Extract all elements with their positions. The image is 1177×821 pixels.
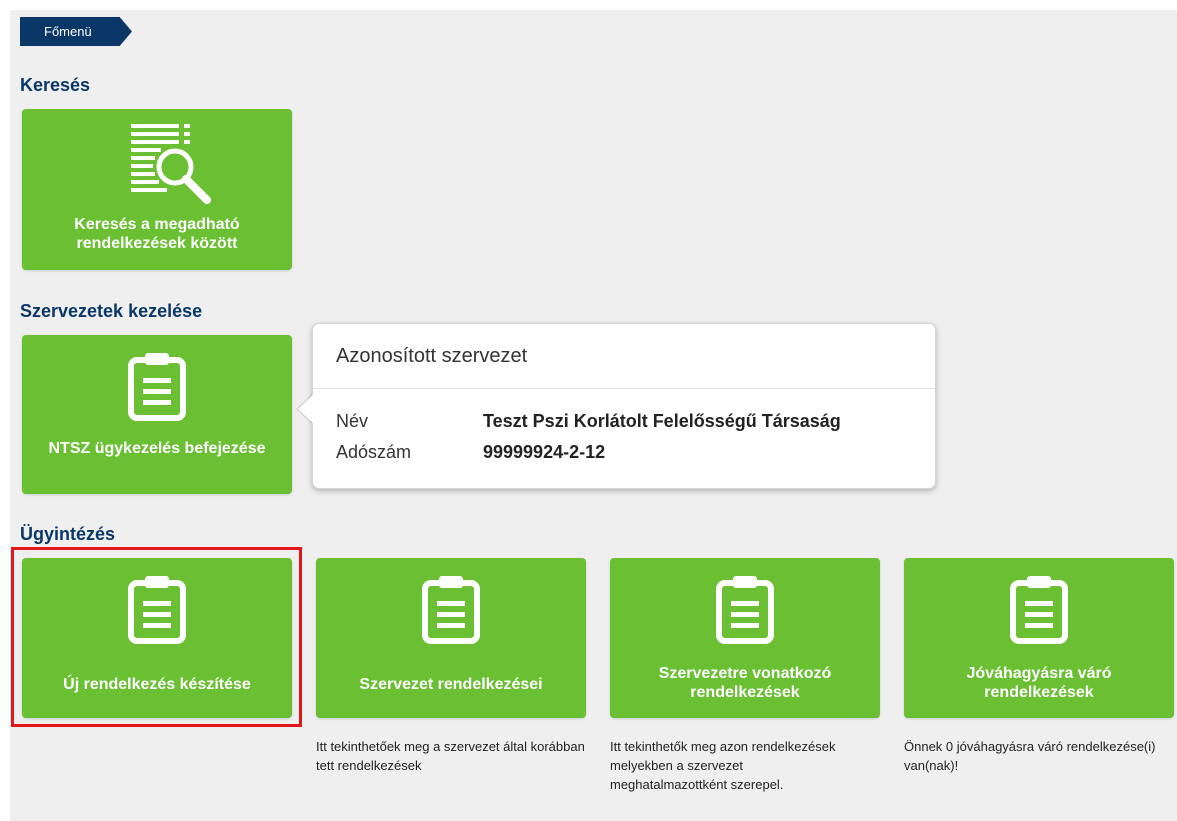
- pending-approval-tile[interactable]: Jóváhagyásra váró rendelkezések: [904, 558, 1174, 718]
- new-declaration-tile[interactable]: Új rendelkezés készítése: [22, 558, 292, 718]
- related-declarations-label: Szervezetre vonatkozó rendelkezések: [658, 665, 832, 701]
- popup-name-label: Név: [336, 411, 369, 431]
- pending-approval-description: Önnek 0 jóváhagyásra váró rendelkezése(i…: [904, 739, 1156, 773]
- related-declarations-tile[interactable]: Szervezetre vonatkozó rendelkezések: [610, 558, 880, 718]
- popup-name-row: Név Teszt Pszi Korlátolt Felelősségű Társ…: [336, 411, 841, 432]
- popup-arrow-inner: [298, 394, 314, 424]
- popup-title: Azonosított szervezet: [313, 324, 935, 389]
- popup-tax-label: Adószám: [336, 442, 412, 462]
- clipboard-icon: [125, 350, 189, 427]
- document-search-icon: [129, 120, 213, 209]
- identified-org-popup: Azonosított szervezet Név Teszt Pszi Korl…: [312, 323, 936, 489]
- clipboard-icon: [125, 573, 189, 650]
- clipboard-icon: [419, 573, 483, 650]
- section-title-orgs: Szervezetek kezelése: [20, 301, 203, 321]
- breadcrumb-home[interactable]: Főmenü: [20, 17, 132, 46]
- new-declaration-label: Új rendelkezés készítése: [63, 676, 251, 693]
- popup-tax-row: Adószám 99999924-2-12: [336, 442, 605, 463]
- clipboard-icon: [1007, 573, 1071, 650]
- section-title-cases: Ügyintézés: [20, 524, 116, 544]
- ntsz-finish-tile[interactable]: NTSZ ügykezelés befejezése: [22, 335, 292, 494]
- popup-tax-value: 99999924-2-12: [483, 442, 606, 462]
- section-title-search: Keresés: [20, 75, 91, 95]
- related-declarations-description: Itt tekinthetők meg azon rendelkezések m…: [610, 739, 836, 792]
- popup-name-value: Teszt Pszi Korlátolt Felelősségű Társasá…: [483, 411, 841, 431]
- search-tile-label: Keresés a megadható rendelkezések között: [74, 216, 240, 252]
- ntsz-finish-label: NTSZ ügykezelés befejezése: [48, 440, 266, 457]
- org-declarations-description: Itt tekinthetőek meg a szervezet által k…: [316, 739, 585, 773]
- search-tile[interactable]: Keresés a megadható rendelkezések között: [22, 109, 292, 270]
- clipboard-icon: [713, 573, 777, 650]
- org-declarations-tile[interactable]: Szervezet rendelkezései: [316, 558, 586, 718]
- pending-approval-label: Jóváhagyásra váró rendelkezések: [966, 665, 1112, 701]
- org-declarations-label: Szervezet rendelkezései: [359, 676, 543, 693]
